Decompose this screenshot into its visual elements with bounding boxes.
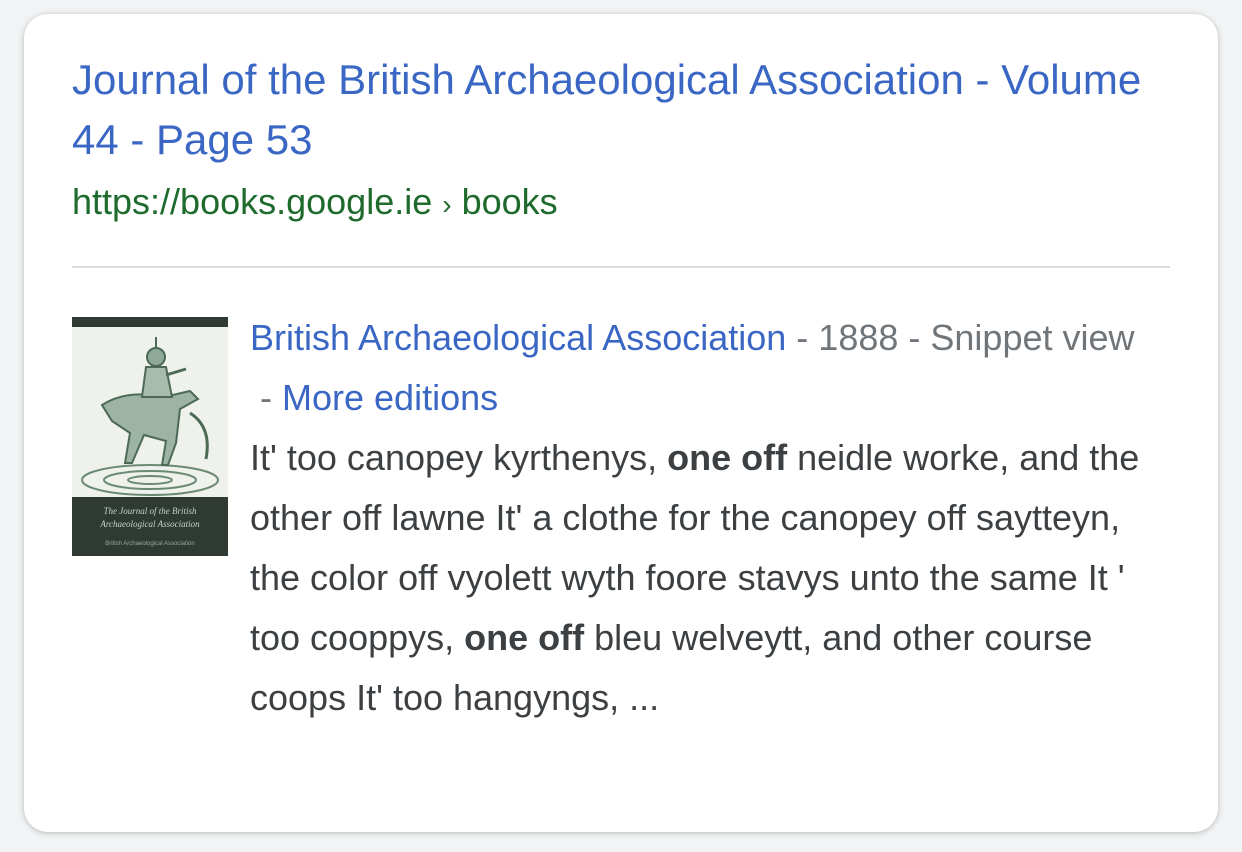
url-separator: › [442, 189, 452, 220]
publication-year: 1888 [818, 317, 899, 358]
separator: - [786, 317, 819, 358]
svg-text:The Journal of the British: The Journal of the British [104, 506, 197, 516]
url-domain: https://books.google.ie [72, 181, 433, 222]
author-link[interactable]: British Archaeological Association [250, 317, 786, 358]
snippet-highlight: one off [667, 437, 788, 478]
view-type: Snippet view [930, 317, 1135, 358]
svg-text:British Archaeological Associa: British Archaeological Association [105, 541, 194, 547]
book-result-details: British Archaeological Association - 188… [250, 308, 1180, 728]
book-cover-thumbnail[interactable]: The Journal of the British Archaeologica… [72, 317, 228, 556]
book-cover-image: The Journal of the British Archaeologica… [72, 317, 228, 556]
more-editions-link[interactable]: More editions [282, 377, 498, 418]
svg-text:Archaeological Association: Archaeological Association [99, 519, 200, 529]
snippet-text: It' too canopey kyrthenys, [250, 437, 668, 478]
result-title-link[interactable]: Journal of the British Archaeological As… [72, 50, 1172, 170]
separator: - [250, 377, 282, 418]
separator: - [898, 317, 931, 358]
search-result-card: Journal of the British Archaeological As… [24, 14, 1218, 832]
result-url[interactable]: https://books.google.ie › books [72, 181, 558, 226]
result-snippet: It' too canopey kyrthenys, one off neidl… [250, 437, 1139, 718]
divider [72, 266, 1170, 268]
snippet-highlight: one off [464, 617, 585, 658]
url-path: books [461, 181, 558, 222]
